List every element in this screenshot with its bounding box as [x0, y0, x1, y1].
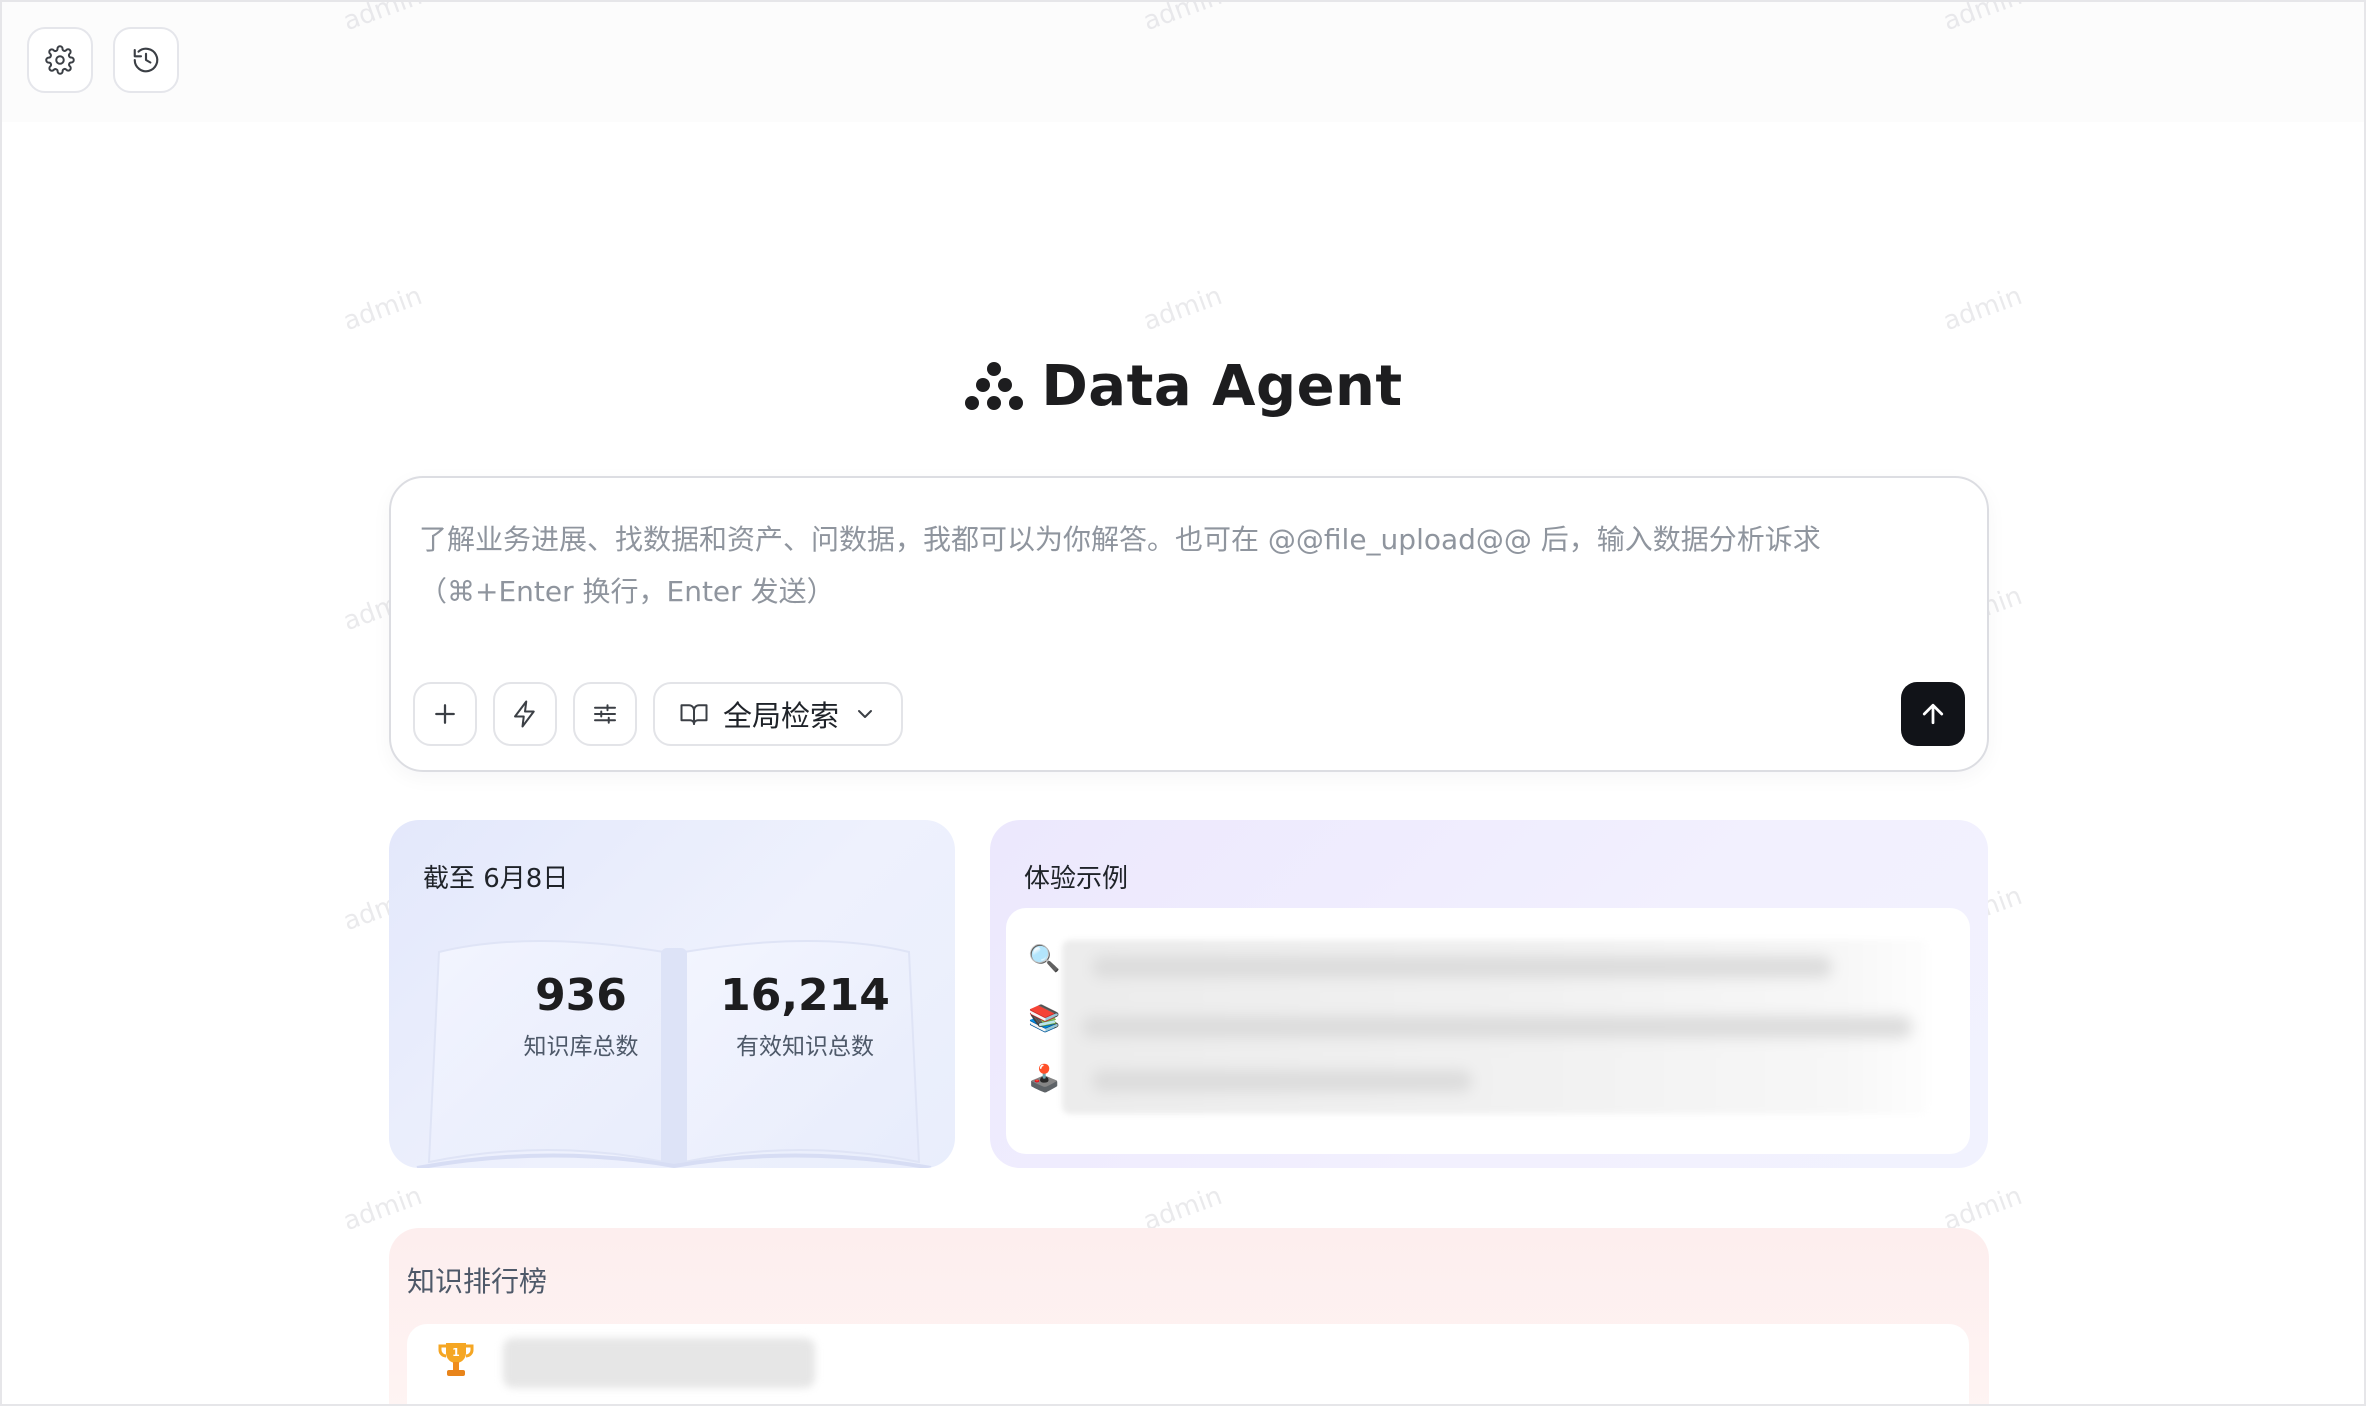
prompt-input[interactable]: 了解业务进展、找数据和资产、问数据，我都可以为你解答。也可在 @@file_up… — [419, 514, 1951, 618]
book-open-icon — [680, 704, 708, 725]
data-agent-logo-icon — [965, 361, 1024, 410]
ranking-card: 知识排行榜 1 — [389, 1228, 1989, 1404]
blurred-example-text — [1062, 940, 1928, 1114]
history-icon — [133, 47, 159, 73]
stat-value: 16,214 — [720, 970, 890, 1021]
joystick-icon: 🕹️ — [1028, 1064, 1061, 1094]
svg-text:1: 1 — [452, 1346, 460, 1359]
stat-value: 936 — [535, 970, 627, 1021]
blurred-line — [1092, 1070, 1472, 1092]
history-button[interactable] — [113, 27, 179, 93]
blurred-rank-name — [503, 1338, 815, 1388]
scope-label: 全局检索 — [722, 699, 839, 733]
stat-valid-knowledge: 16,214 有效知识总数 — [705, 970, 905, 1061]
books-icon: 📚 — [1028, 1004, 1061, 1034]
quick-action-button[interactable] — [493, 682, 557, 746]
add-button[interactable] — [413, 682, 477, 746]
stat-knowledge-bases: 936 知识库总数 — [481, 970, 681, 1061]
app-window: admin admin admin admin admin admin admi… — [0, 0, 2366, 1406]
chat-composer[interactable]: 了解业务进展、找数据和资产、问数据，我都可以为你解答。也可在 @@file_up… — [389, 476, 1989, 772]
trophy-icon: 1 — [438, 1343, 474, 1376]
magnifier-icon: 🔍 — [1028, 944, 1061, 974]
ranking-list: 1 — [407, 1324, 1969, 1404]
stat-label: 有效知识总数 — [736, 1034, 874, 1060]
examples-card-title: 体验示例 — [1024, 864, 1129, 894]
example-item[interactable]: 🕹️ — [1028, 1064, 1061, 1094]
settings-adjust-button[interactable] — [573, 682, 637, 746]
plus-icon — [435, 704, 455, 724]
blurred-line — [1082, 1016, 1912, 1038]
stats-card-title: 截至 6月8日 — [423, 864, 569, 894]
sliders-icon — [594, 704, 616, 724]
settings-button[interactable] — [27, 27, 93, 93]
top-bar — [2, 2, 2364, 122]
examples-card: 体验示例 🔍 📚 🕹️ — [990, 820, 1988, 1168]
blurred-line — [1092, 956, 1832, 978]
stat-label: 知识库总数 — [523, 1034, 639, 1060]
brand-header: Data Agent — [2, 354, 2364, 419]
example-item[interactable]: 📚 — [1028, 1004, 1061, 1034]
watermark: admin — [1139, 280, 1227, 338]
ranking-card-title: 知识排行榜 — [407, 1265, 548, 1298]
watermark: admin — [339, 280, 427, 338]
watermark: admin — [1939, 280, 2027, 338]
scope-dropdown[interactable]: 全局检索 — [653, 682, 903, 746]
lightning-icon — [514, 700, 535, 728]
app-title: Data Agent — [1041, 354, 1403, 419]
chevron-down-icon — [858, 710, 872, 718]
gear-icon — [45, 45, 75, 75]
example-item[interactable]: 🔍 — [1028, 944, 1061, 974]
arrow-up-icon — [1922, 703, 1944, 725]
examples-list: 🔍 📚 🕹️ — [1006, 908, 1970, 1154]
send-button[interactable] — [1901, 682, 1965, 746]
stats-card: 截至 6月8日 936 知识库总数 16,214 有效知识总数 — [389, 820, 955, 1168]
